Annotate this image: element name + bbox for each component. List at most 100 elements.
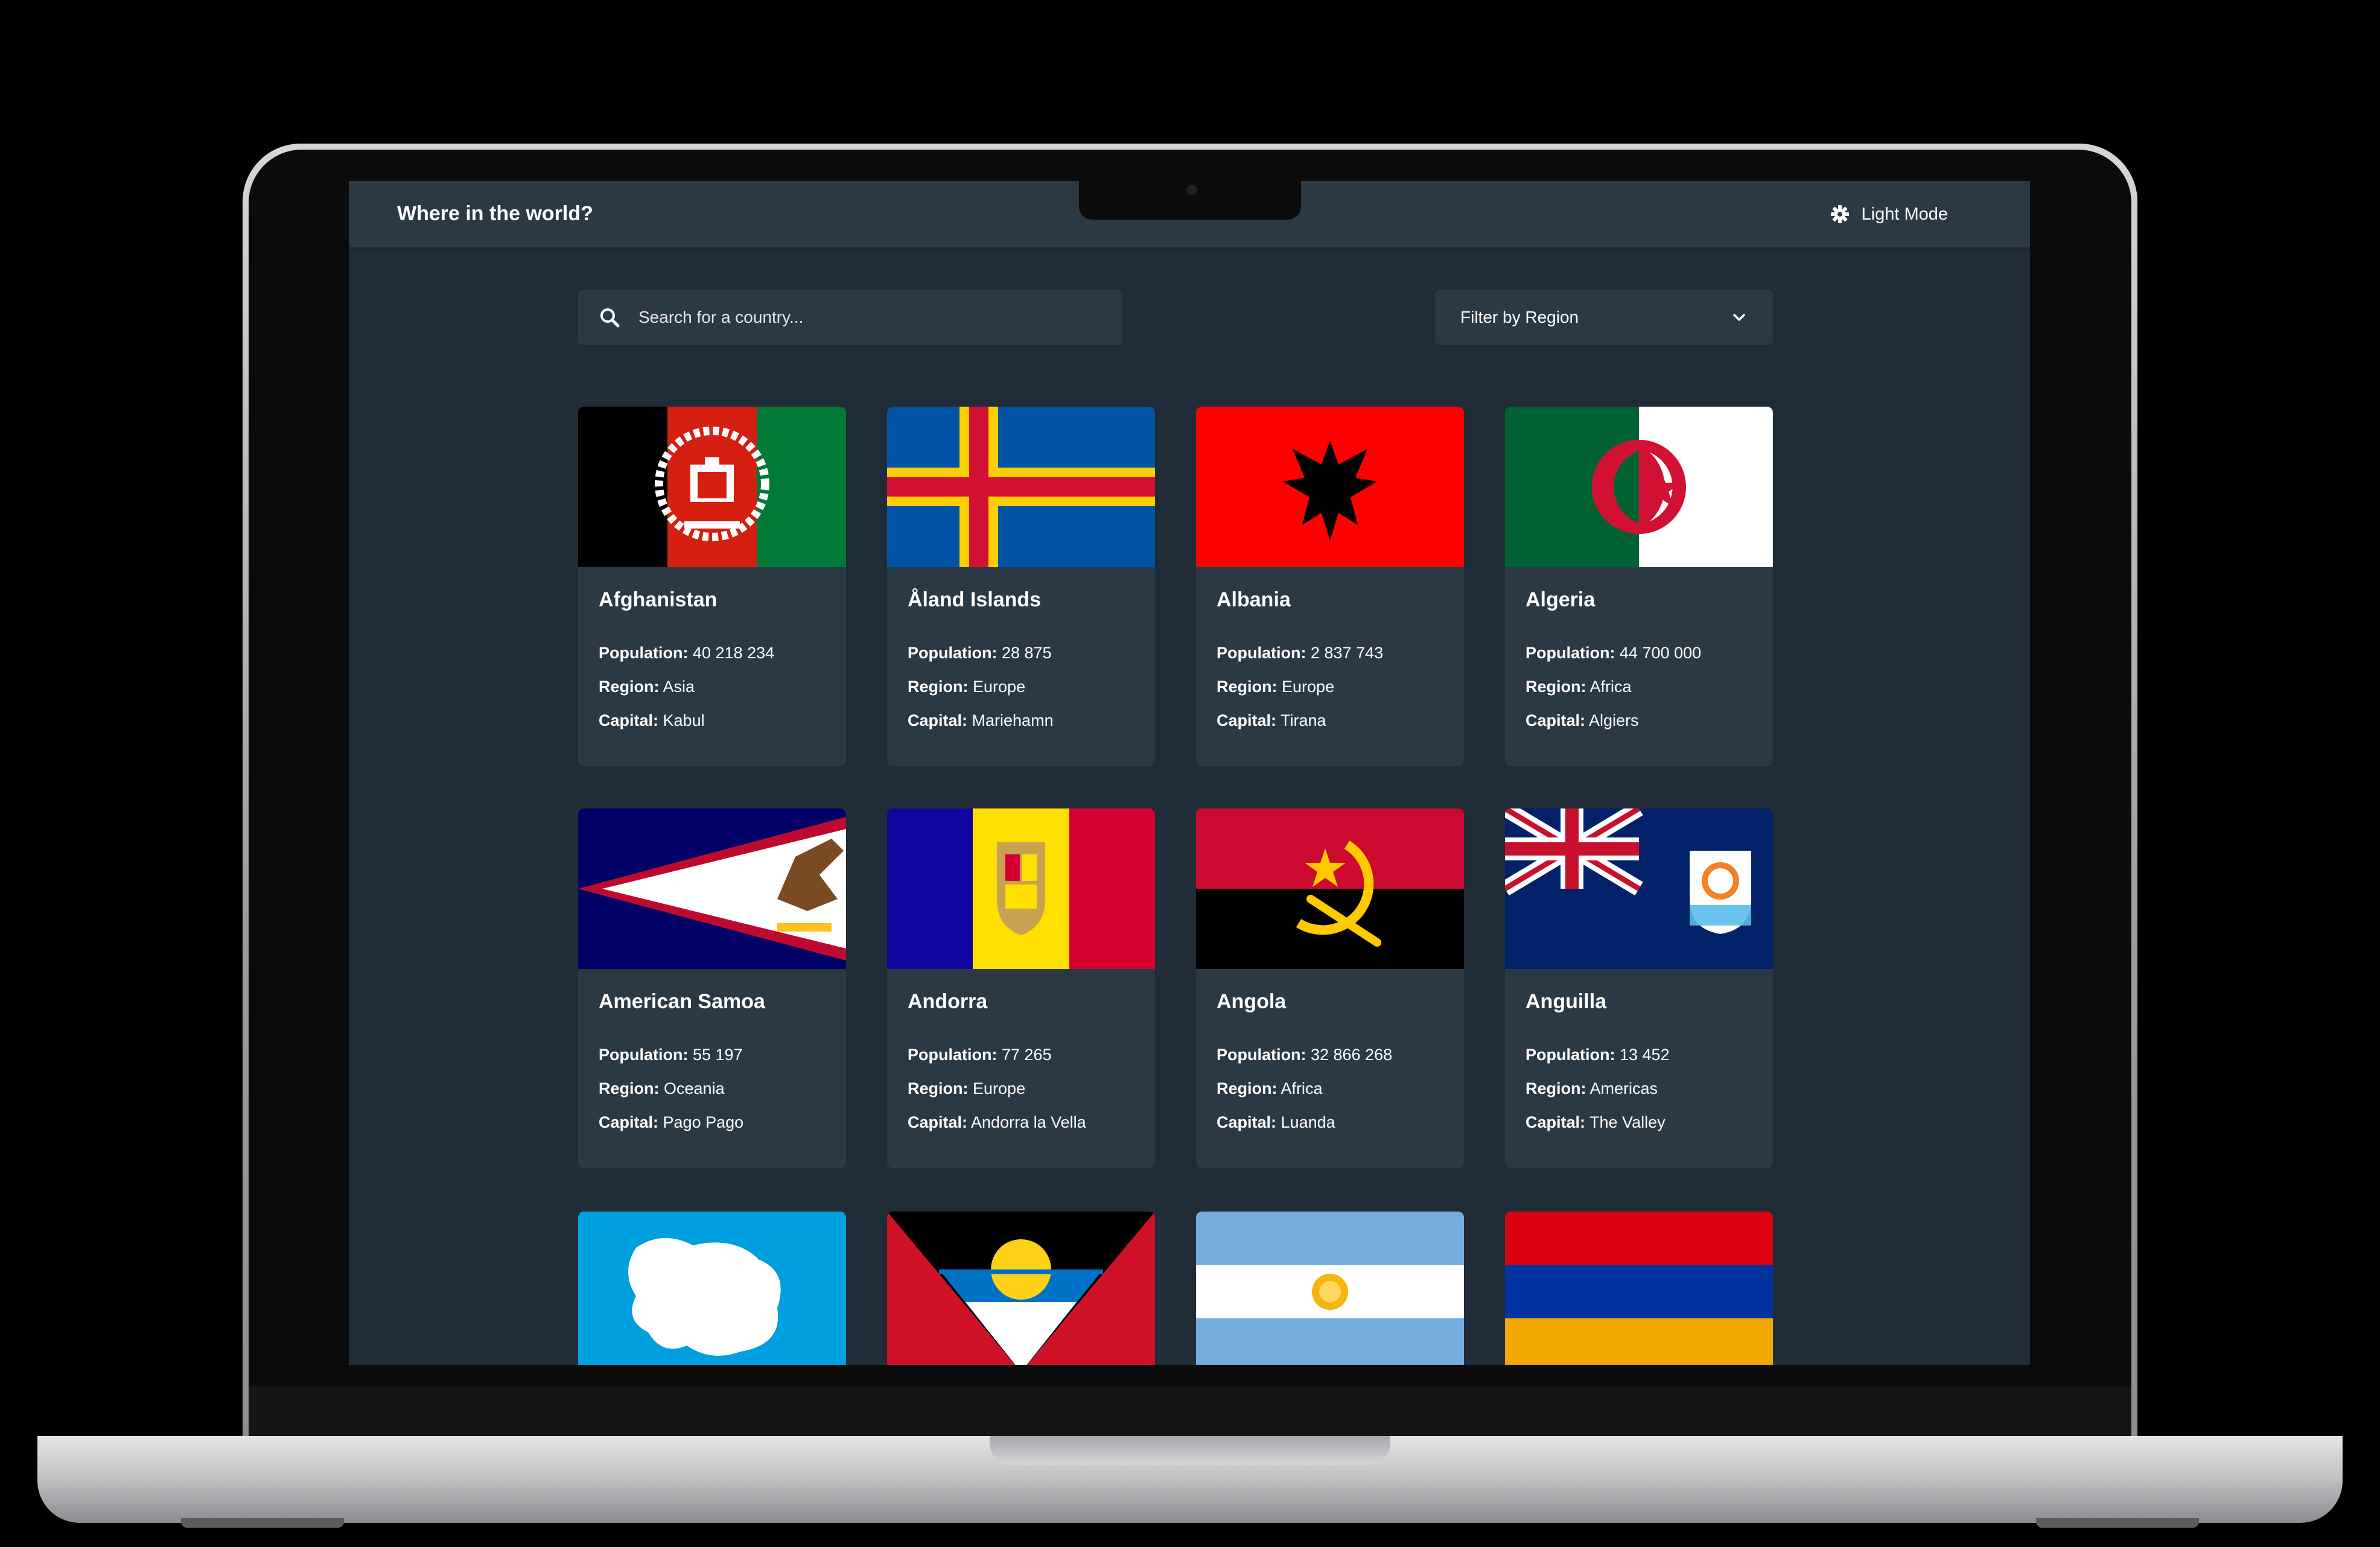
country-name: Andorra [908, 990, 988, 1013]
country-card[interactable] [1505, 1212, 1773, 1365]
population-row: Population: 55 197 [599, 1044, 743, 1066]
region-row: Region: Europe [908, 1078, 1025, 1099]
search-icon [600, 308, 620, 328]
capital-row: Capital: Tirana [1217, 710, 1326, 731]
population-row: Population: 2 837 743 [1217, 642, 1383, 664]
country-card[interactable]: Andorra Population: 77 265 Region: Europ… [887, 808, 1155, 1168]
laptop-foot [181, 1518, 344, 1528]
anguilla-flag [1505, 808, 1773, 969]
region-filter-select[interactable]: Filter by Region [1435, 290, 1773, 345]
country-card[interactable]: Anguilla Population: 13 452 Region: Amer… [1505, 808, 1773, 1168]
population-value: 2 837 743 [1311, 644, 1384, 662]
population-value: 77 265 [1002, 1046, 1052, 1064]
antigua-and-barbuda-flag [887, 1212, 1155, 1365]
capital-value: Luanda [1281, 1113, 1335, 1131]
region-value: Asia [663, 678, 695, 696]
region-row: Region: Asia [599, 676, 695, 697]
region-row: Region: Africa [1526, 676, 1632, 697]
capital-row: Capital: Mariehamn [908, 710, 1054, 731]
population-label: Population: [599, 644, 689, 662]
capital-row: Capital: The Valley [1526, 1111, 1666, 1133]
capital-label: Capital: [599, 711, 659, 729]
region-label: Region: [599, 678, 660, 696]
andorra-flag [887, 808, 1155, 969]
population-row: Population: 32 866 268 [1217, 1044, 1392, 1066]
population-label: Population: [1217, 644, 1306, 662]
population-label: Population: [1526, 644, 1615, 662]
region-value: Africa [1281, 1079, 1323, 1098]
population-label: Population: [599, 1046, 689, 1064]
camera-icon [1186, 185, 1197, 195]
population-label: Population: [1217, 1046, 1306, 1064]
theme-toggle-label: Light Mode [1861, 204, 1949, 224]
country-name: Albania [1217, 588, 1291, 611]
region-row: Region: Americas [1526, 1078, 1658, 1099]
region-row: Region: Europe [908, 676, 1025, 697]
population-value: 40 218 234 [693, 644, 775, 662]
population-row: Population: 44 700 000 [1526, 642, 1701, 664]
capital-label: Capital: [1217, 1113, 1277, 1131]
region-label: Region: [908, 678, 969, 696]
population-value: 32 866 268 [1311, 1046, 1393, 1064]
region-label: Region: [1217, 678, 1278, 696]
region-value: Europe [973, 1079, 1026, 1098]
country-card[interactable] [578, 1212, 846, 1365]
capital-label: Capital: [599, 1113, 659, 1131]
country-card[interactable]: Angola Population: 32 866 268 Region: Af… [1196, 808, 1464, 1168]
app-title: Where in the world? [397, 202, 593, 225]
laptop-base-notch [990, 1436, 1390, 1465]
country-name: Angola [1217, 990, 1287, 1013]
region-label: Region: [1526, 678, 1586, 696]
region-row: Region: Africa [1217, 1078, 1323, 1099]
country-name: Åland Islands [908, 588, 1042, 611]
capital-label: Capital: [908, 711, 968, 729]
albania-flag [1196, 407, 1464, 567]
american-samoa-flag [578, 808, 846, 969]
region-value: Europe [1282, 678, 1335, 696]
country-card[interactable]: Åland Islands Population: 28 875 Region:… [887, 407, 1155, 766]
region-label: Region: [908, 1079, 969, 1098]
capital-label: Capital: [1217, 711, 1277, 729]
region-label: Region: [1217, 1079, 1278, 1098]
population-label: Population: [908, 644, 998, 662]
country-name: Afghanistan [599, 588, 718, 611]
country-card[interactable]: Afghanistan Population: 40 218 234 Regio… [578, 407, 846, 766]
country-card[interactable]: Albania Population: 2 837 743 Region: Eu… [1196, 407, 1464, 766]
country-name: Algeria [1526, 588, 1596, 611]
country-card[interactable] [1196, 1212, 1464, 1365]
country-card[interactable]: Algeria Population: 44 700 000 Region: A… [1505, 407, 1773, 766]
theme-toggle-button[interactable]: Light Mode [1830, 198, 1949, 230]
search-input[interactable] [637, 307, 1098, 328]
capital-value: Tirana [1281, 711, 1326, 729]
region-label: Region: [599, 1079, 660, 1098]
capital-value: Mariehamn [972, 711, 1054, 729]
country-name: Anguilla [1526, 990, 1607, 1013]
aland-flag [887, 407, 1155, 567]
chevron-down-icon [1733, 314, 1745, 321]
region-row: Region: Oceania [599, 1078, 725, 1099]
population-row: Population: 28 875 [908, 642, 1052, 664]
population-value: 13 452 [1620, 1046, 1670, 1064]
capital-label: Capital: [908, 1113, 968, 1131]
region-value: Americas [1589, 1079, 1658, 1098]
algeria-flag [1505, 407, 1773, 567]
region-value: Europe [973, 678, 1026, 696]
capital-row: Capital: Luanda [1217, 1111, 1335, 1133]
laptop-chin [249, 1387, 2131, 1436]
gear-icon [1830, 205, 1849, 223]
country-card[interactable] [887, 1212, 1155, 1365]
region-value: Oceania [664, 1079, 725, 1098]
population-value: 28 875 [1002, 644, 1052, 662]
population-value: 55 197 [693, 1046, 743, 1064]
capital-value: Andorra la Vella [971, 1113, 1086, 1131]
capital-value: Kabul [663, 711, 705, 729]
capital-row: Capital: Algiers [1526, 710, 1639, 731]
population-row: Population: 77 265 [908, 1044, 1052, 1066]
country-card[interactable]: American Samoa Population: 55 197 Region… [578, 808, 846, 1168]
antarctica-flag [578, 1212, 846, 1365]
search-box[interactable] [578, 290, 1122, 345]
capital-row: Capital: Kabul [599, 710, 705, 731]
region-row: Region: Europe [1217, 676, 1334, 697]
country-name: American Samoa [599, 990, 765, 1013]
region-filter-label: Filter by Region [1460, 308, 1579, 326]
